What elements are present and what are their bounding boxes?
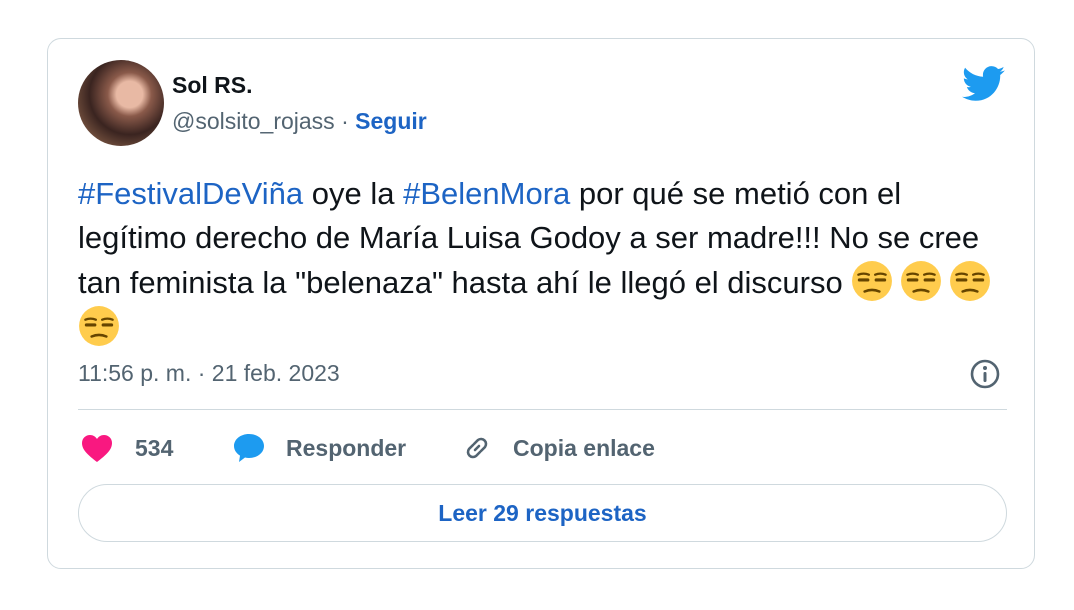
copy-link-label: Copia enlace — [513, 434, 655, 461]
unamused-face-icon — [852, 261, 893, 301]
reply-button[interactable]: Responder — [231, 428, 406, 468]
avatar[interactable] — [78, 60, 164, 146]
reply-label: Responder — [286, 434, 407, 461]
unamused-face-icon — [950, 261, 991, 301]
twitter-bird-icon[interactable] — [962, 66, 1006, 102]
like-button[interactable]: 534 — [78, 428, 173, 468]
read-replies-button[interactable]: Leer 29 respuestas — [78, 484, 1007, 542]
follow-button[interactable]: Seguir — [355, 108, 427, 134]
unamused-face-icon — [79, 306, 119, 346]
author-handle[interactable]: @solsito_rojass — [172, 108, 335, 134]
read-replies-label: Leer 29 respuestas — [438, 499, 647, 526]
like-count: 534 — [135, 434, 174, 461]
hashtag-festival-de-vina[interactable]: #FestivalDeViña — [78, 176, 303, 211]
unamused-face-icon — [901, 261, 942, 301]
tweet-text: #FestivalDeViña oye la #BelenMora por qu… — [78, 172, 1018, 350]
heart-icon — [82, 435, 112, 462]
reply-bubble-icon — [234, 434, 264, 462]
link-icon — [466, 437, 488, 459]
handle-separator: · — [341, 108, 349, 134]
author-display-name[interactable]: Sol RS. — [172, 72, 253, 99]
tweet-timestamp[interactable]: 11:56 p. m. · 21 feb. 2023 — [78, 360, 340, 387]
tweet-text-segment: oye la — [303, 176, 404, 211]
copy-link-button[interactable]: Copia enlace — [460, 428, 655, 468]
author-handle-row: @solsito_rojass · Seguir — [172, 108, 427, 135]
hashtag-belen-mora[interactable]: #BelenMora — [403, 176, 570, 211]
info-icon[interactable] — [969, 358, 1001, 390]
divider — [78, 409, 1007, 410]
